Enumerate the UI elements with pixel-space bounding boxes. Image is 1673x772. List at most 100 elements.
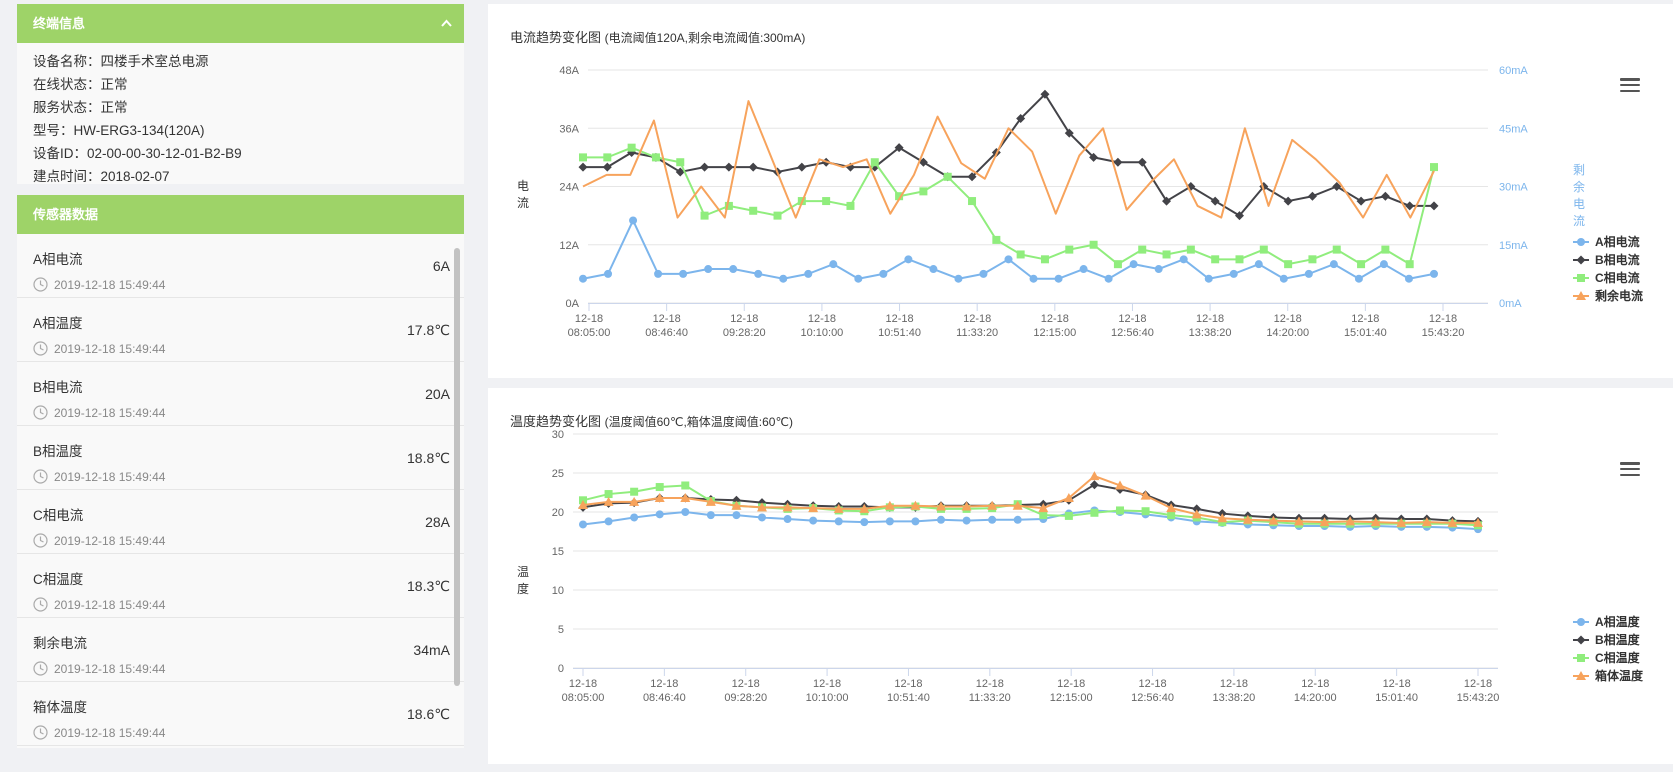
data-point[interactable] xyxy=(1054,274,1063,283)
data-point[interactable] xyxy=(1381,245,1390,254)
data-point[interactable] xyxy=(1089,240,1098,249)
data-point[interactable] xyxy=(749,206,758,215)
data-point[interactable] xyxy=(748,162,758,172)
data-point[interactable] xyxy=(1013,515,1022,524)
data-point[interactable] xyxy=(979,269,988,278)
data-point[interactable] xyxy=(911,517,920,526)
data-point[interactable] xyxy=(846,201,855,210)
data-point[interactable] xyxy=(1329,260,1338,269)
data-point[interactable] xyxy=(676,158,685,167)
data-point[interactable] xyxy=(1379,260,1388,269)
data-point[interactable] xyxy=(854,274,863,283)
data-point[interactable] xyxy=(1004,255,1013,264)
data-point[interactable] xyxy=(879,269,888,278)
data-point[interactable] xyxy=(655,510,664,519)
data-point[interactable] xyxy=(1204,274,1213,283)
data-point[interactable] xyxy=(1235,255,1244,264)
data-point[interactable] xyxy=(992,235,1001,244)
legend-item[interactable]: A相温度 xyxy=(1573,613,1643,631)
data-point[interactable] xyxy=(919,187,928,196)
data-point[interactable] xyxy=(724,162,734,172)
legend-item[interactable]: B相温度 xyxy=(1573,631,1643,649)
data-point[interactable] xyxy=(1179,255,1188,264)
data-point[interactable] xyxy=(651,153,660,162)
sensor-data-header[interactable]: 传感器数据 xyxy=(17,195,464,234)
data-point[interactable] xyxy=(579,274,587,283)
legend-item[interactable]: 剩余电流 xyxy=(1573,287,1643,305)
data-point[interactable] xyxy=(860,518,869,527)
data-point[interactable] xyxy=(1162,250,1171,259)
data-point[interactable] xyxy=(1064,511,1073,520)
data-point[interactable] xyxy=(1404,274,1413,283)
data-point[interactable] xyxy=(1104,274,1113,283)
data-point[interactable] xyxy=(962,516,971,525)
data-point[interactable] xyxy=(954,274,963,283)
data-point[interactable] xyxy=(1354,274,1363,283)
data-point[interactable] xyxy=(804,269,813,278)
legend-item[interactable]: B相电流 xyxy=(1573,251,1643,269)
data-point[interactable] xyxy=(1284,260,1293,269)
sensor-list[interactable]: A相电流 2019-12-18 15:49:44 6A A相温度 2019-12-18 … xyxy=(17,234,464,748)
data-point[interactable] xyxy=(797,162,807,172)
data-point[interactable] xyxy=(783,515,792,524)
legend-marker[interactable] xyxy=(1577,654,1585,662)
data-point[interactable] xyxy=(809,516,818,525)
sensor-item[interactable]: C相温度 2019-12-18 15:49:44 18.3℃ xyxy=(17,554,464,618)
legend-item[interactable]: 箱体温度 xyxy=(1573,667,1643,685)
data-point[interactable] xyxy=(1279,274,1288,283)
sensor-list-scrollbar[interactable] xyxy=(454,248,460,686)
data-point[interactable] xyxy=(654,269,663,278)
menu-icon[interactable] xyxy=(1620,78,1640,94)
legend-item[interactable]: A相电流 xyxy=(1573,233,1643,251)
chart-legend[interactable]: A相电流 B相电流 C相电流 剩余电流 xyxy=(1573,233,1643,305)
legend-item[interactable]: C相电流 xyxy=(1573,269,1643,287)
data-point[interactable] xyxy=(579,153,587,162)
data-point[interactable] xyxy=(630,487,639,496)
data-point[interactable] xyxy=(1211,255,1220,264)
data-point[interactable] xyxy=(829,260,838,269)
data-point[interactable] xyxy=(681,481,690,490)
legend-marker[interactable] xyxy=(1577,238,1585,246)
data-point[interactable] xyxy=(629,216,638,225)
data-point[interactable] xyxy=(1186,245,1195,254)
data-point[interactable] xyxy=(1016,250,1025,259)
data-point[interactable] xyxy=(754,269,763,278)
data-point[interactable] xyxy=(1332,245,1341,254)
data-point[interactable] xyxy=(1154,265,1163,274)
data-point[interactable] xyxy=(1029,274,1038,283)
data-point[interactable] xyxy=(943,172,952,181)
legend-marker[interactable] xyxy=(1576,255,1586,265)
data-point[interactable] xyxy=(1089,471,1100,481)
chart-legend[interactable]: A相温度 B相温度 C相温度 箱体温度 xyxy=(1573,613,1643,685)
data-point[interactable] xyxy=(681,508,690,516)
data-point[interactable] xyxy=(1307,191,1317,201)
data-point[interactable] xyxy=(604,490,613,499)
legend-item[interactable]: C相温度 xyxy=(1573,649,1643,667)
data-point[interactable] xyxy=(1039,511,1048,520)
data-point[interactable] xyxy=(1429,201,1439,211)
data-point[interactable] xyxy=(1308,255,1317,264)
data-point[interactable] xyxy=(1259,245,1268,254)
data-point[interactable] xyxy=(604,517,613,526)
data-point[interactable] xyxy=(1380,191,1390,201)
data-point[interactable] xyxy=(822,197,831,206)
series-line[interactable] xyxy=(583,146,1435,266)
data-point[interactable] xyxy=(773,211,782,220)
data-point[interactable] xyxy=(603,153,612,162)
data-point[interactable] xyxy=(1113,260,1122,269)
data-point[interactable] xyxy=(578,162,588,172)
data-point[interactable] xyxy=(937,515,945,524)
sensor-item[interactable]: 剩余电流 2019-12-18 15:49:44 34mA xyxy=(17,618,464,682)
data-point[interactable] xyxy=(834,517,843,526)
data-point[interactable] xyxy=(1089,480,1099,490)
sensor-item[interactable]: C相电流 2019-12-18 15:49:44 28A xyxy=(17,490,464,554)
data-point[interactable] xyxy=(1430,269,1438,278)
chevron-up-icon[interactable] xyxy=(441,18,452,29)
data-point[interactable] xyxy=(1040,255,1049,264)
data-point[interactable] xyxy=(1065,245,1074,254)
data-point[interactable] xyxy=(700,162,710,172)
sensor-item[interactable]: 箱体温度 2019-12-18 15:49:44 18.6℃ xyxy=(17,682,464,746)
data-point[interactable] xyxy=(602,162,612,172)
data-point[interactable] xyxy=(1357,260,1366,269)
data-point[interactable] xyxy=(1210,196,1220,206)
